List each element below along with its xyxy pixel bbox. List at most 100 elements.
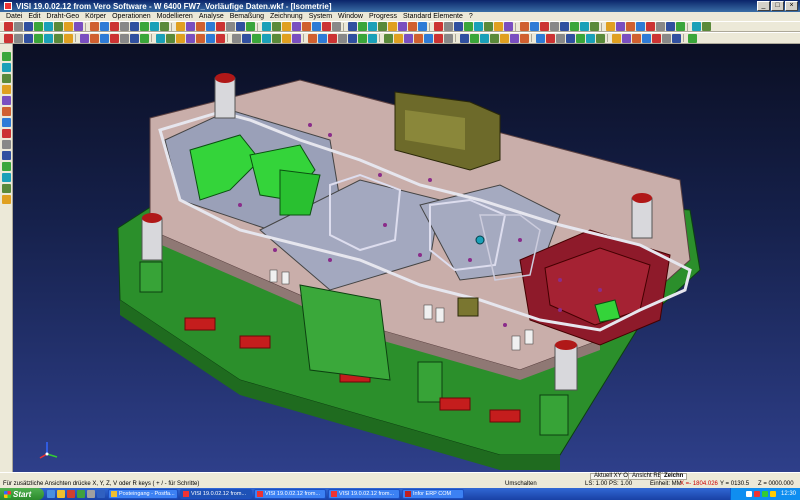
toolbar-tool-icon[interactable]: [484, 22, 493, 31]
toolbar-tool-icon[interactable]: [444, 22, 453, 31]
menu-bemassung[interactable]: Bemaßung: [230, 13, 264, 20]
toolbar-tool-icon[interactable]: [150, 22, 159, 31]
toolbar-tool-icon[interactable]: [110, 33, 119, 43]
toolbar-tool-icon[interactable]: [580, 22, 589, 31]
menu-datei[interactable]: Datei: [6, 13, 22, 20]
toolbar-tool-icon[interactable]: [318, 33, 327, 43]
toolbar-tool-icon[interactable]: [632, 33, 641, 43]
toolbar-tool-icon[interactable]: [702, 22, 711, 31]
toolbar-tool-icon[interactable]: [646, 22, 655, 31]
menu-operationen[interactable]: Operationen: [112, 13, 151, 20]
toolbar-tool-icon[interactable]: [262, 33, 271, 43]
toolbar-tool-icon[interactable]: [672, 33, 681, 43]
toolbar-tool-icon[interactable]: [246, 22, 255, 31]
toolbar-tool-icon[interactable]: [434, 22, 443, 31]
toolbar-tool-icon[interactable]: [186, 33, 195, 43]
task-button-infor[interactable]: Infor ERP COM: [402, 489, 464, 499]
toolbar-tool-icon[interactable]: [100, 22, 109, 31]
ie-icon[interactable]: [47, 490, 55, 498]
toolbar-tool-icon[interactable]: [1, 96, 11, 105]
toolbar-tool-icon[interactable]: [272, 22, 281, 31]
toolbar-tool-icon[interactable]: [348, 33, 357, 43]
toolbar-tool-icon[interactable]: [560, 22, 569, 31]
toolbar-tool-icon[interactable]: [272, 33, 281, 43]
app-icon[interactable]: [4, 2, 12, 10]
toolbar-tool-icon[interactable]: [216, 22, 225, 31]
toolbar-tool-icon[interactable]: [130, 33, 139, 43]
toolbar-tool-icon[interactable]: [44, 22, 53, 31]
toolbar-tool-icon[interactable]: [4, 33, 13, 43]
toolbar-tool-icon[interactable]: [206, 22, 215, 31]
toolbar-tool-icon[interactable]: [328, 33, 337, 43]
close-button[interactable]: ×: [785, 1, 798, 11]
toolbar-tool-icon[interactable]: [424, 33, 433, 43]
toolbar-tool-icon[interactable]: [556, 33, 565, 43]
toolbar-tool-icon[interactable]: [186, 22, 195, 31]
toolbar-tool-icon[interactable]: [54, 22, 63, 31]
toolbar-tool-icon[interactable]: [44, 33, 53, 43]
toolbar-tool-icon[interactable]: [120, 33, 129, 43]
task-button-visi-2[interactable]: VISI 19.0.02.12 from...: [254, 489, 326, 499]
minimize-button[interactable]: _: [757, 1, 770, 11]
menu-system[interactable]: System: [309, 13, 332, 20]
toolbar-tool-icon[interactable]: [1, 118, 11, 127]
toolbar-tool-icon[interactable]: [616, 22, 625, 31]
toolbar-tool-icon[interactable]: [596, 33, 605, 43]
toolbar-tool-icon[interactable]: [586, 33, 595, 43]
toolbar-tool-icon[interactable]: [642, 33, 651, 43]
toolbar-tool-icon[interactable]: [308, 33, 317, 43]
toolbar-tool-icon[interactable]: [520, 33, 529, 43]
toolbar-tool-icon[interactable]: [4, 22, 13, 31]
menu-koerper[interactable]: Körper: [85, 13, 106, 20]
toolbar-tool-icon[interactable]: [636, 22, 645, 31]
toolbar-tool-icon[interactable]: [332, 22, 341, 31]
menu-help[interactable]: ?: [469, 13, 473, 20]
toolbar-tool-icon[interactable]: [414, 33, 423, 43]
toolbar-tool-icon[interactable]: [546, 33, 555, 43]
toolbar-tool-icon[interactable]: [140, 22, 149, 31]
toolbar-tool-icon[interactable]: [156, 33, 165, 43]
toolbar-tool-icon[interactable]: [1, 85, 11, 94]
toolbar-tool-icon[interactable]: [460, 33, 469, 43]
toolbar-tool-icon[interactable]: [176, 22, 185, 31]
toolbar-tool-icon[interactable]: [434, 33, 443, 43]
toolbar-tool-icon[interactable]: [90, 22, 99, 31]
toolbar-tool-icon[interactable]: [232, 33, 241, 43]
toolbar-tool-icon[interactable]: [292, 33, 301, 43]
volume-icon[interactable]: [769, 491, 776, 497]
toolbar-tool-icon[interactable]: [24, 22, 33, 31]
toolbar-tool-icon[interactable]: [282, 33, 291, 43]
toggle-umschalten[interactable]: Umschalten: [505, 481, 537, 487]
toolbar-tool-icon[interactable]: [216, 33, 225, 43]
toolbar-tool-icon[interactable]: [1, 162, 11, 171]
toolbar-tool-icon[interactable]: [242, 33, 251, 43]
antivirus-icon[interactable]: [753, 491, 760, 497]
toolbar-tool-icon[interactable]: [590, 22, 599, 31]
toolbar-tool-icon[interactable]: [1, 173, 11, 182]
toolbar-tool-icon[interactable]: [384, 33, 393, 43]
menu-edit[interactable]: Edit: [28, 13, 40, 20]
menu-analyse[interactable]: Analyse: [199, 13, 224, 20]
toolbar-tool-icon[interactable]: [252, 33, 261, 43]
toolbar-tool-icon[interactable]: [676, 22, 685, 31]
toolbar-tool-icon[interactable]: [404, 33, 413, 43]
toolbar-tool-icon[interactable]: [34, 33, 43, 43]
toolbar-tool-icon[interactable]: [140, 33, 149, 43]
tab-drawing[interactable]: Zeichn: [660, 473, 688, 480]
network-icon[interactable]: [745, 491, 752, 497]
maximize-button[interactable]: □: [771, 1, 784, 11]
start-button[interactable]: Start: [0, 488, 44, 500]
menu-window[interactable]: Window: [338, 13, 363, 20]
toolbar-tool-icon[interactable]: [130, 22, 139, 31]
toolbar-tool-icon[interactable]: [1, 151, 11, 160]
toolbar-tool-icon[interactable]: [494, 22, 503, 31]
toolbar-tool-icon[interactable]: [500, 33, 509, 43]
toolbar-tool-icon[interactable]: [418, 22, 427, 31]
toolbar-tool-icon[interactable]: [74, 22, 83, 31]
toolbar-tool-icon[interactable]: [90, 33, 99, 43]
toolbar-tool-icon[interactable]: [688, 33, 697, 43]
toolbar-tool-icon[interactable]: [196, 33, 205, 43]
toolbar-tool-icon[interactable]: [388, 22, 397, 31]
toolbar-tool-icon[interactable]: [464, 22, 473, 31]
toolbar-tool-icon[interactable]: [1, 184, 11, 193]
